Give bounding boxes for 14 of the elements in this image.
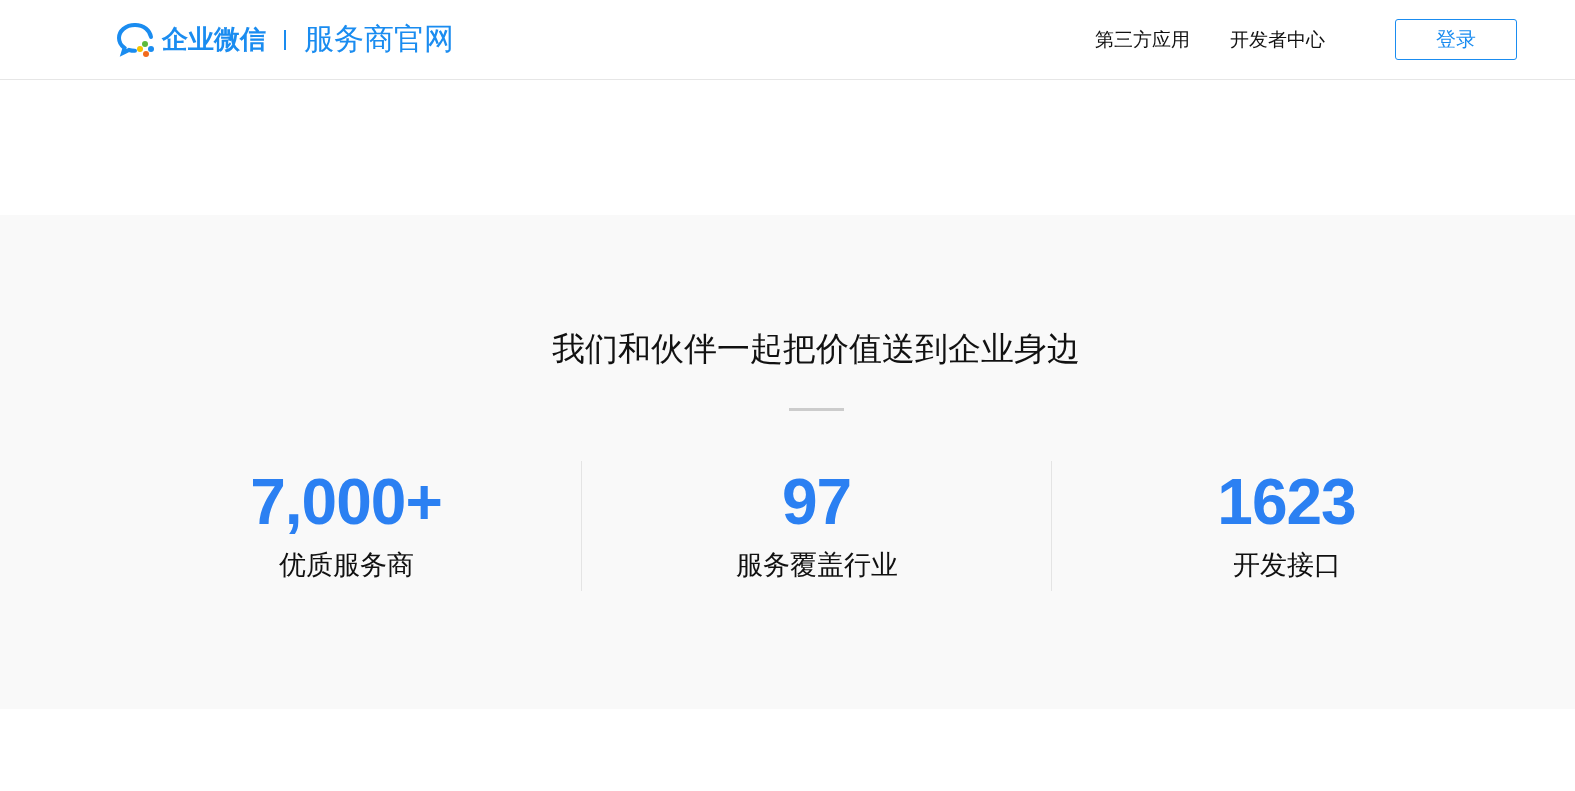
stat-label: 优质服务商 — [278, 549, 414, 582]
stat-number: 1623 — [1217, 467, 1356, 537]
stat-number: 7,000+ — [250, 467, 442, 537]
stat-number: 97 — [781, 467, 852, 537]
login-button[interactable]: 登录 — [1395, 19, 1517, 60]
nav-link[interactable]: 开发者中心 — [1230, 26, 1325, 53]
site-title-link[interactable]: 服务商官网 — [304, 19, 454, 60]
stat-label: 服务覆盖行业 — [735, 549, 898, 582]
section-title: 我们和伙伴一起把价值送到企业身边 — [552, 329, 1080, 369]
chat-bubble-icon — [116, 21, 156, 58]
stat-label: 开发接口 — [1232, 549, 1341, 582]
divider-icon — [284, 29, 286, 50]
nav-link[interactable]: 第三方应用 — [1095, 26, 1190, 53]
brand-link[interactable]: 企业微信 — [162, 22, 266, 57]
